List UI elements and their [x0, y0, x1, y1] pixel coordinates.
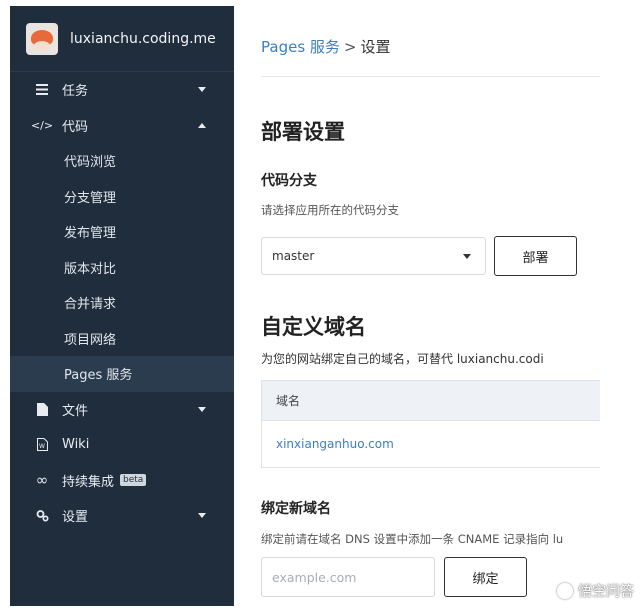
watermark-logo-icon	[557, 583, 573, 599]
breadcrumb: Pages 服务 > 设置	[261, 36, 391, 57]
breadcrumb-parent-link[interactable]: Pages 服务	[261, 38, 340, 56]
sidebar-nav: 任务 </> 代码 代码浏览 分支管理 发布管理 版本对比 合并请求 项目网络 …	[10, 72, 234, 534]
sidebar-item-code[interactable]: </> 代码	[10, 108, 234, 144]
wiki-icon: W	[34, 438, 50, 452]
sidebar-item-files[interactable]: 文件	[10, 392, 234, 428]
project-avatar	[26, 22, 58, 55]
branch-section-title: 代码分支	[261, 173, 317, 189]
chevron-down-icon	[463, 254, 471, 259]
watermark: 悟空问答	[557, 581, 634, 601]
watermark-text: 悟空问答	[578, 584, 634, 600]
deploy-settings-title: 部署设置	[261, 120, 345, 144]
sidebar-item-label: 文件	[62, 403, 89, 419]
sidebar-item-label: 任务	[62, 84, 89, 100]
code-icon: </>	[30, 118, 54, 132]
infinity-icon: ∞	[35, 471, 49, 490]
chevron-down-icon	[198, 406, 206, 412]
branch-select[interactable]: master	[261, 237, 486, 275]
beta-badge: beta	[120, 474, 147, 487]
sidebar-item-tasks[interactable]: 任务	[10, 72, 234, 108]
sidebar-subitem-releases[interactable]: 发布管理	[10, 214, 234, 250]
file-icon	[34, 402, 50, 416]
sidebar-subitem-pages[interactable]: Pages 服务	[10, 356, 234, 392]
table-row: xinxianganhuo.com	[262, 420, 600, 467]
header-divider	[261, 76, 600, 77]
bind-domain-title: 绑定新域名	[261, 501, 331, 517]
custom-domain-description: 为您的网站绑定自己的域名，可替代 luxianchu.codi	[261, 352, 544, 366]
deploy-button[interactable]: 部署	[494, 236, 577, 276]
sidebar-item-ci[interactable]: ∞ 持续集成 beta	[10, 463, 234, 499]
sidebar-item-label: 设置	[62, 510, 89, 526]
sidebar-subitem-merge-requests[interactable]: 合并请求	[10, 285, 234, 321]
sidebar-subitem-network[interactable]: 项目网络	[10, 321, 234, 357]
domain-input[interactable]	[261, 557, 435, 597]
svg-text:W: W	[39, 443, 45, 450]
sidebar-subitem-branches[interactable]: 分支管理	[10, 179, 234, 215]
sidebar-subitem-code-browse[interactable]: 代码浏览	[10, 143, 234, 179]
bind-domain-description: 绑定前请在域名 DNS 设置中添加一条 CNAME 记录指向 lu	[261, 532, 564, 546]
custom-domain-title: 自定义域名	[261, 315, 366, 339]
gear-icon	[34, 509, 50, 522]
sidebar-item-label-text: 持续集成	[62, 474, 115, 490]
chevron-up-icon	[198, 122, 206, 128]
bind-button[interactable]: 绑定	[444, 557, 527, 597]
sidebar-item-wiki[interactable]: W Wiki	[10, 427, 234, 463]
sidebar: luxianchu.coding.me 任务 </> 代码 代码浏览 分支管理 …	[10, 6, 234, 606]
list-icon	[34, 84, 50, 96]
branch-description: 请选择应用所在的代码分支	[261, 203, 399, 217]
breadcrumb-separator: >	[343, 38, 357, 56]
sidebar-item-label: 持续集成	[62, 471, 114, 490]
main-content: Pages 服务 > 设置 部署设置 代码分支 请选择应用所在的代码分支 maste…	[234, 6, 600, 606]
sidebar-subitem-compare[interactable]: 版本对比	[10, 250, 234, 286]
sidebar-item-label: Wiki	[62, 437, 90, 453]
breadcrumb-current: 设置	[360, 38, 391, 56]
chevron-down-icon	[198, 87, 206, 93]
domain-link[interactable]: xinxianganhuo.com	[276, 437, 394, 451]
project-name: luxianchu.coding.me	[70, 30, 216, 47]
domain-table: 域名 xinxianganhuo.com	[261, 380, 600, 468]
chevron-down-icon	[198, 513, 206, 519]
project-brand[interactable]: luxianchu.coding.me	[10, 6, 234, 72]
sidebar-item-label: 代码	[62, 119, 89, 135]
domain-table-header: 域名	[262, 381, 600, 420]
branch-select-value: master	[272, 249, 315, 263]
sidebar-item-settings[interactable]: 设置	[10, 498, 234, 534]
